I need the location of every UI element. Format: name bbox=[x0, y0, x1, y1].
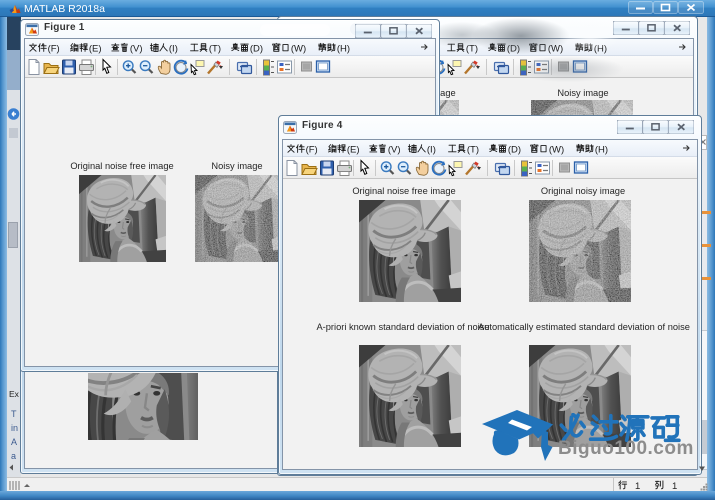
svg-text:(W): (W) bbox=[291, 43, 306, 54]
svg-text:(E): (E) bbox=[347, 144, 360, 155]
svg-text:(D): (D) bbox=[250, 43, 263, 54]
svg-text:(W): (W) bbox=[549, 144, 564, 155]
svg-text:(T): (T) bbox=[209, 43, 221, 54]
svg-text:1: 1 bbox=[635, 481, 640, 491]
svg-text:(V): (V) bbox=[388, 144, 401, 155]
svg-text:(H): (H) bbox=[337, 43, 350, 54]
svg-text:(E): (E) bbox=[89, 43, 102, 54]
svg-text:(F): (F) bbox=[48, 43, 60, 54]
svg-text:1: 1 bbox=[672, 481, 677, 491]
svg-text:(D): (D) bbox=[508, 144, 521, 155]
svg-text:(I): (I) bbox=[427, 144, 436, 155]
svg-text:(I): (I) bbox=[169, 43, 178, 54]
svg-text:(F): (F) bbox=[306, 144, 318, 155]
svg-text:(T): (T) bbox=[467, 144, 479, 155]
svg-text:(H): (H) bbox=[595, 144, 608, 155]
svg-text:(V): (V) bbox=[130, 43, 143, 54]
